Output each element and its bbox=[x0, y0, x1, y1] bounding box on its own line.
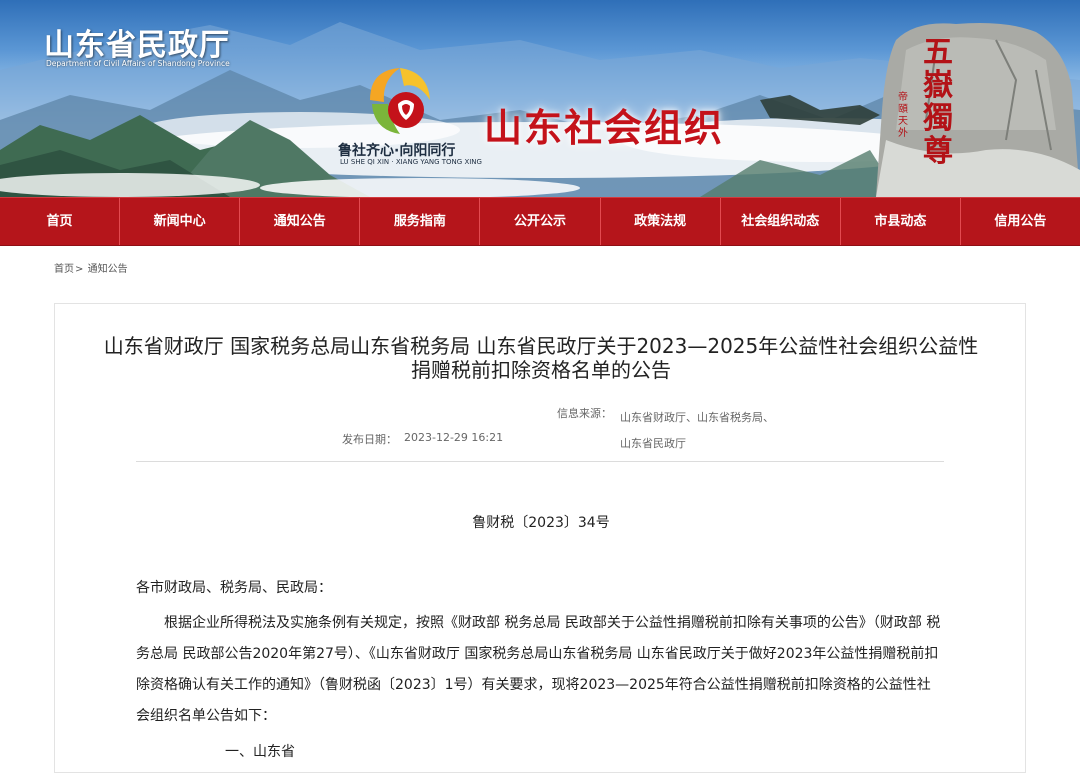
slogan: 鲁社齐心·向阳同行 bbox=[338, 143, 456, 159]
main-nav: 首页 新闻中心 通知公告 服务指南 公开公示 政策法规 社会组织动态 市县动态 … bbox=[0, 197, 1080, 246]
publish-date-label: 发布日期： bbox=[342, 433, 397, 446]
site-subtitle: Department of Civil Affairs of Shandong … bbox=[46, 59, 230, 68]
nav-item-service-guide[interactable]: 服务指南 bbox=[360, 198, 481, 245]
divider bbox=[136, 461, 944, 462]
nav-item-org-news[interactable]: 社会组织动态 bbox=[721, 198, 841, 245]
nav-item-credit[interactable]: 信用公告 bbox=[961, 198, 1080, 245]
article-paragraph: 根据企业所得税法及实施条例有关规定，按照《财政部 税务总局 民政部关于公益性捐赠… bbox=[136, 615, 941, 724]
nav-item-news[interactable]: 新闻中心 bbox=[120, 198, 241, 245]
article-card: 山东省财政厅 国家税务总局山东省税务局 山东省民政厅关于2023—2025年公益… bbox=[54, 303, 1026, 773]
nav-item-policies[interactable]: 政策法规 bbox=[601, 198, 721, 245]
breadcrumb: 首页> 通知公告 bbox=[54, 260, 129, 275]
nav-item-public-disclosure[interactable]: 公开公示 bbox=[480, 198, 601, 245]
salutation: 各市财政局、税务局、民政局： bbox=[136, 580, 332, 596]
sunflower-logo-icon bbox=[370, 68, 430, 134]
article-title: 山东省财政厅 国家税务总局山东省税务局 山东省民政厅关于2023—2025年公益… bbox=[103, 334, 979, 382]
site-header: 山东省民政厅 Department of Civil Affairs of Sh… bbox=[0, 0, 1080, 197]
slogan-pinyin: LU SHE QI XIN · XIANG YANG TONG XING bbox=[340, 158, 482, 166]
breadcrumb-home[interactable]: 首页 bbox=[54, 264, 74, 275]
portal-name[interactable]: 山东社会组织 bbox=[484, 97, 724, 152]
nav-item-home[interactable]: 首页 bbox=[0, 198, 121, 245]
stele-subscript: 帝頤天外 bbox=[898, 92, 908, 139]
source-value: 山东省财政厅、山东省税务局、山东省民政厅 bbox=[620, 411, 774, 450]
breadcrumb-separator: > bbox=[75, 264, 84, 275]
source-label: 信息来源： bbox=[557, 407, 612, 420]
nav-item-notices[interactable]: 通知公告 bbox=[240, 198, 361, 245]
site-title[interactable]: 山东省民政厅 bbox=[44, 20, 230, 64]
breadcrumb-current[interactable]: 通知公告 bbox=[88, 264, 128, 275]
document-number: 鲁财税〔2023〕34号 bbox=[472, 515, 610, 531]
publish-date-value: 2023-12-29 16:21 bbox=[404, 431, 504, 444]
article-next-line: 一、山东省 bbox=[225, 744, 295, 760]
stele-inscription: 五嶽獨尊 bbox=[923, 35, 953, 169]
nav-item-local-news[interactable]: 市县动态 bbox=[841, 198, 961, 245]
